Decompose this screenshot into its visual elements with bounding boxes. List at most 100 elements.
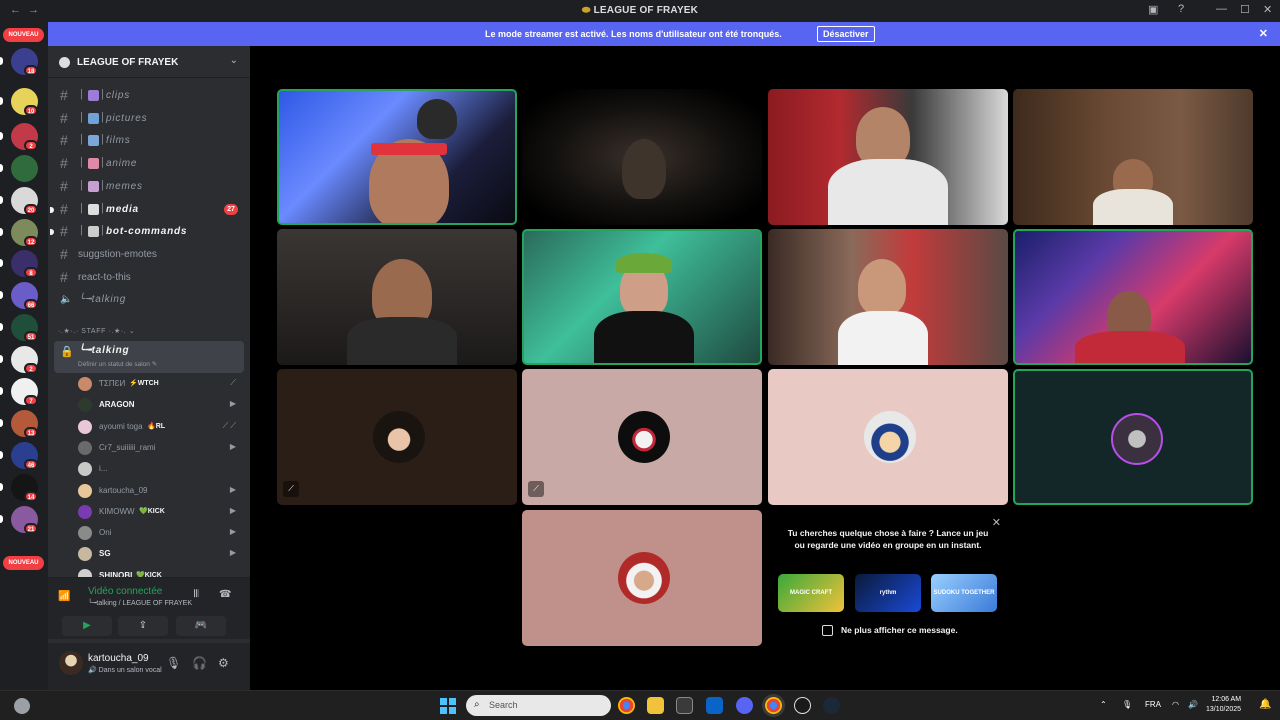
volume-icon[interactable]: 🔊	[1188, 700, 1198, 709]
noise-suppression-icon[interactable]: 𝄃𝄃	[194, 589, 198, 600]
channel-item[interactable]: # | | anime	[54, 153, 244, 174]
avatar[interactable]	[59, 651, 83, 675]
channel-item[interactable]: # | | media 27	[50, 199, 244, 220]
camera-button[interactable]: ▶	[62, 616, 112, 636]
voice-user[interactable]: kartoucha_09 ▶	[74, 481, 244, 502]
voice-user[interactable]: ƬΣΠƐИ ⚡WTCH ⟋	[74, 374, 244, 395]
avatar-tile[interactable]	[1013, 369, 1253, 505]
start-button[interactable]	[440, 698, 456, 714]
separator: |	[101, 201, 104, 214]
separator: |	[80, 224, 83, 237]
voice-location[interactable]: ╰╼talking / LEAGUE OF FRAYEK	[88, 599, 192, 607]
avatar-tile[interactable]: ⟋	[522, 369, 762, 505]
activity-sudoku[interactable]: SUDOKU TOGETHER	[931, 574, 997, 612]
chevron-down-icon[interactable]: ⌄	[230, 55, 238, 66]
voice-channel-active[interactable]: 🔒 ╰╼talking Définir un statut de salon ✎	[54, 341, 244, 373]
close-banner-icon[interactable]: ✕	[1259, 27, 1268, 40]
server-mention-badge: 66	[24, 299, 38, 310]
outlook-icon[interactable]	[706, 697, 723, 714]
avatar	[1111, 413, 1163, 465]
channel-item[interactable]: # | | pictures	[54, 108, 244, 129]
time: 12:06 AM	[1211, 696, 1242, 703]
video-tile[interactable]	[277, 89, 517, 225]
channel-item[interactable]: # suggstion-emotes	[54, 244, 244, 265]
voice-username: ARAGON	[99, 400, 135, 410]
video-tile[interactable]	[522, 89, 762, 225]
voice-user[interactable]: i...	[74, 459, 244, 480]
activity-button[interactable]: 🎮	[176, 616, 226, 636]
gear-icon[interactable]: ⚙	[218, 656, 229, 670]
close-window-button[interactable]: ✕	[1263, 3, 1272, 16]
video-tile[interactable]	[1013, 89, 1253, 225]
discord-icon[interactable]	[736, 697, 753, 714]
search-input[interactable]: ⌕ Search	[466, 695, 611, 716]
language-indicator[interactable]: FRA	[1145, 700, 1161, 709]
video-tile[interactable]	[277, 229, 517, 365]
voice-user[interactable]: Cr7_suiiiiii_rami ▶	[74, 438, 244, 459]
server-icon[interactable]	[11, 155, 38, 182]
avatar-tile[interactable]	[522, 510, 762, 646]
chrome-active-icon[interactable]	[765, 697, 782, 714]
notification-icon[interactable]: 🔔	[1259, 699, 1271, 710]
weather-icon[interactable]	[14, 698, 30, 714]
channel-item[interactable]: # | | clips	[54, 85, 244, 106]
clock[interactable]: 12:06 AM 13/10/2025	[1206, 695, 1241, 715]
activity-rythm[interactable]: rythm	[855, 574, 921, 612]
disconnect-icon[interactable]: ☎	[219, 589, 231, 600]
channel-item[interactable]: # react-to-this	[54, 267, 244, 288]
voice-user[interactable]: ARAGON ▶	[74, 395, 244, 416]
microphone-icon[interactable]: 🎙	[166, 656, 181, 670]
channel-emoji-icon	[88, 90, 99, 101]
voice-state-icon: ▶	[229, 505, 236, 515]
voice-status[interactable]: Vidéo connectée	[88, 586, 162, 597]
channel-item[interactable]: # | | memes	[54, 176, 244, 197]
voice-user[interactable]: KIMOWW 💚KICK ▶	[74, 502, 244, 523]
dont-show-label[interactable]: Ne plus afficher ce message.	[841, 625, 958, 635]
voice-user[interactable]: Oni ▶	[74, 523, 244, 544]
guild-header[interactable]: LEAGUE OF FRAYEK ⌄	[48, 46, 250, 78]
folder-icon[interactable]	[647, 697, 664, 714]
steam-icon[interactable]	[823, 697, 840, 714]
channel-item[interactable]: # | | films	[54, 130, 244, 151]
help-icon[interactable]: ?	[1178, 3, 1184, 15]
video-tile[interactable]	[1013, 229, 1253, 365]
chrome-icon[interactable]	[618, 697, 635, 714]
category-staff[interactable]: ·.★·.· STAFF ·.★·. ⌄	[58, 327, 135, 335]
channel-status-prompt[interactable]: Définir un statut de salon ✎	[78, 360, 157, 368]
video-tile[interactable]	[768, 89, 1008, 225]
separator: |	[80, 178, 83, 191]
video-grid: ⟋ ⟋	[250, 46, 1280, 690]
headphones-icon[interactable]: 🎧	[192, 656, 207, 670]
screenshare-button[interactable]: ⇪	[118, 616, 168, 636]
user-tag: 🔥RL	[147, 422, 166, 430]
store-icon[interactable]	[676, 697, 693, 714]
close-icon[interactable]: ✕	[992, 516, 1001, 529]
dont-show-checkbox[interactable]	[822, 625, 833, 636]
app-icon[interactable]	[794, 697, 811, 714]
voice-state-icon: ▶	[229, 441, 236, 451]
chevron-up-icon[interactable]: ⌃	[1100, 700, 1107, 709]
username[interactable]: kartoucha_09	[88, 653, 149, 664]
avatar-tile[interactable]: ⟋	[277, 369, 517, 505]
channel-item[interactable]: 🔈 ╰╼talking	[54, 289, 244, 310]
avatar-tile[interactable]	[768, 369, 1008, 505]
voice-state-icon: ▶	[229, 484, 236, 494]
video-tile[interactable]	[522, 229, 762, 365]
channel-item[interactable]: # | | bot-commands	[50, 221, 244, 242]
separator: |	[101, 88, 104, 100]
minimize-button[interactable]: —	[1216, 3, 1227, 15]
voice-user[interactable]: SG ▶	[74, 544, 244, 565]
activity-magic-craft[interactable]: MAGIC CRAFT	[778, 574, 844, 612]
disable-streamer-button[interactable]: Désactiver	[817, 26, 875, 42]
avatar	[864, 411, 916, 463]
user-status: 🔊 Dans un salon vocal	[88, 667, 162, 674]
voice-channel-name: ╰╼talking	[78, 345, 130, 356]
microphone-tray-icon[interactable]: 🎙	[1122, 700, 1132, 709]
unread-pill	[0, 164, 3, 172]
wifi-icon[interactable]: ◠	[1172, 700, 1179, 709]
maximize-button[interactable]: ☐	[1240, 3, 1250, 16]
server-mention-badge: 14	[24, 491, 38, 502]
voice-user[interactable]: ayoumi toga 🔥RL ⟋ ⟋	[74, 417, 244, 438]
inbox-icon[interactable]: ▣	[1148, 3, 1158, 16]
video-tile[interactable]	[768, 229, 1008, 365]
